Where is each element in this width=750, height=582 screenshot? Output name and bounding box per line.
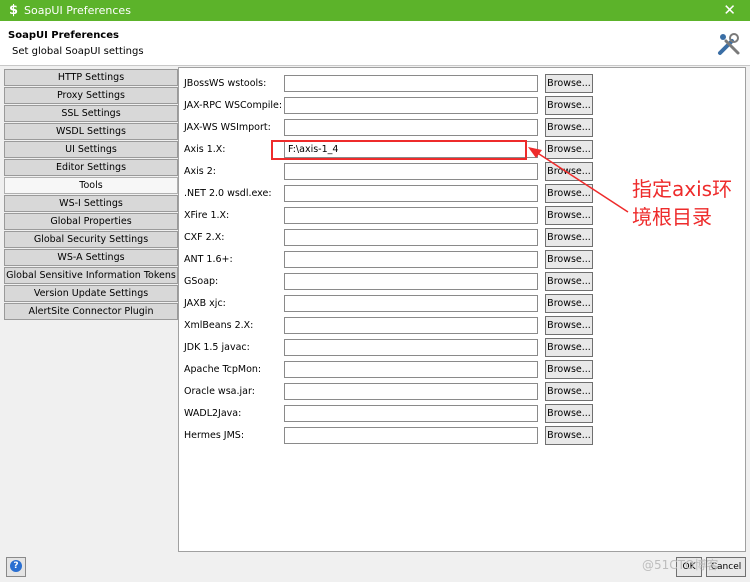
help-button[interactable]: ?	[6, 557, 26, 577]
annotation-line-2: 境根目录	[632, 205, 712, 229]
annotation-text: 指定axis环 境根目录	[632, 175, 742, 231]
annotation-line-1: 指定axis环	[632, 177, 733, 201]
watermark: @51CTO博客	[642, 558, 719, 572]
annotation-arrow-icon	[528, 147, 629, 213]
help-icon: ?	[10, 560, 22, 572]
